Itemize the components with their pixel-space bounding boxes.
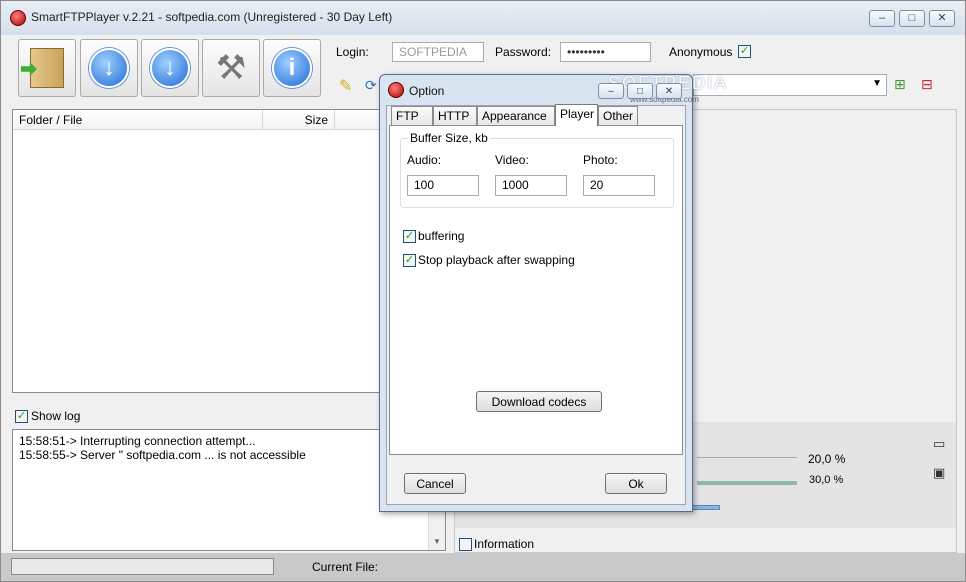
settings-button[interactable]: ⚒ xyxy=(202,39,260,97)
tab-player[interactable]: Player xyxy=(555,104,598,126)
slider-track[interactable] xyxy=(697,457,797,458)
download-icon: ↓ xyxy=(150,48,190,88)
show-log-checkbox[interactable]: ✓ xyxy=(15,410,28,423)
photo-label: Photo: xyxy=(583,153,618,167)
chevron-down-icon: ▼ xyxy=(872,78,882,89)
add-server-icon[interactable]: ⊞ xyxy=(894,76,906,93)
tab-other[interactable]: Other xyxy=(598,106,638,126)
progress-slider[interactable] xyxy=(692,505,720,510)
current-file-label: Current File: xyxy=(312,560,379,574)
tab-ftp[interactable]: FTP xyxy=(391,106,433,126)
buffering-label: buffering xyxy=(418,229,465,243)
connect-button[interactable] xyxy=(18,39,76,97)
dialog-minimize-button[interactable]: – xyxy=(598,83,624,99)
screen-icon[interactable]: ▭ xyxy=(933,436,945,452)
anonymous-label: Anonymous xyxy=(669,45,733,59)
title-bar: SmartFTPPlayer v.2.21 - softpedia.com (U… xyxy=(1,1,965,35)
dialog-title: Option xyxy=(409,84,445,98)
buffer-size-group: Buffer Size, kb Audio: Video: Photo: 100… xyxy=(400,131,674,208)
remove-server-icon[interactable]: ⊟ xyxy=(921,76,933,93)
dialog-maximize-button[interactable]: □ xyxy=(627,83,653,99)
show-log-label: Show log xyxy=(31,409,81,423)
slider-track[interactable] xyxy=(697,481,797,485)
cancel-button[interactable]: Cancel xyxy=(404,473,466,494)
stop-playback-label: Stop playback after swapping xyxy=(418,253,575,267)
refresh-icon[interactable]: ⟳ xyxy=(365,77,377,94)
dialog-body: FTP HTTP Appearance Player Other Buffer … xyxy=(386,104,686,505)
download-codecs-button[interactable]: Download codecs xyxy=(476,391,602,412)
player-tab-page: Buffer Size, kb Audio: Video: Photo: 100… xyxy=(389,125,683,455)
percent-2: 30,0 % xyxy=(809,474,844,486)
dialog-app-icon xyxy=(388,82,404,98)
connect-icon xyxy=(30,48,64,88)
column-header-folder[interactable]: Folder / File xyxy=(13,110,263,130)
percent-1: 20,0 % xyxy=(808,452,846,466)
information-checkbox[interactable]: ✓ xyxy=(459,538,472,551)
ok-button[interactable]: Ok xyxy=(605,473,667,494)
window-title: SmartFTPPlayer v.2.21 - softpedia.com (U… xyxy=(31,10,393,24)
stop-playback-checkbox[interactable]: ✓ xyxy=(403,254,416,267)
save-icon[interactable]: ▣ xyxy=(933,465,945,481)
photo-buffer-input[interactable]: 20 xyxy=(583,175,655,196)
log-line: 15:58:51-> Interrupting connection attem… xyxy=(19,434,256,448)
download-button[interactable]: ↓ xyxy=(80,39,138,97)
minimize-button[interactable]: – xyxy=(869,10,895,27)
tools-icon: ⚒ xyxy=(215,49,247,87)
progress-bar xyxy=(11,558,274,575)
edit-icon[interactable]: ✎ xyxy=(339,76,352,96)
buffering-checkbox[interactable]: ✓ xyxy=(403,230,416,243)
tab-appearance[interactable]: Appearance xyxy=(477,106,555,126)
login-input[interactable]: SOFTPEDIA xyxy=(392,42,484,62)
maximize-button[interactable]: □ xyxy=(899,10,925,27)
option-dialog: Option SOFTPEDIA www.softpedia.com – □ ✕… xyxy=(379,73,726,512)
app-icon xyxy=(10,10,26,26)
tab-http[interactable]: HTTP xyxy=(433,106,477,126)
information-label: Information xyxy=(474,537,535,551)
video-label: Video: xyxy=(495,153,529,167)
buffer-size-label: Buffer Size, kb xyxy=(408,131,490,145)
video-buffer-input[interactable]: 1000 xyxy=(495,175,567,196)
column-header-size[interactable]: Size xyxy=(263,110,335,130)
password-input[interactable]: ••••••••• xyxy=(560,42,651,62)
download-all-button[interactable]: ↓ xyxy=(141,39,199,97)
dialog-close-button[interactable]: ✕ xyxy=(656,83,682,99)
close-button[interactable]: ✕ xyxy=(929,10,955,27)
info-button[interactable]: i xyxy=(263,39,321,97)
download-icon: ↓ xyxy=(89,48,129,88)
audio-label: Audio: xyxy=(407,153,442,167)
login-label: Login: xyxy=(336,45,369,59)
password-label: Password: xyxy=(495,45,552,59)
scroll-down-icon: ▼ xyxy=(433,537,441,546)
audio-buffer-input[interactable]: 100 xyxy=(407,175,479,196)
anonymous-checkbox[interactable]: ✓ xyxy=(738,45,751,58)
log-line: 15:58:55-> Server " softpedia.com ... is… xyxy=(19,448,306,462)
info-icon: i xyxy=(272,48,312,88)
